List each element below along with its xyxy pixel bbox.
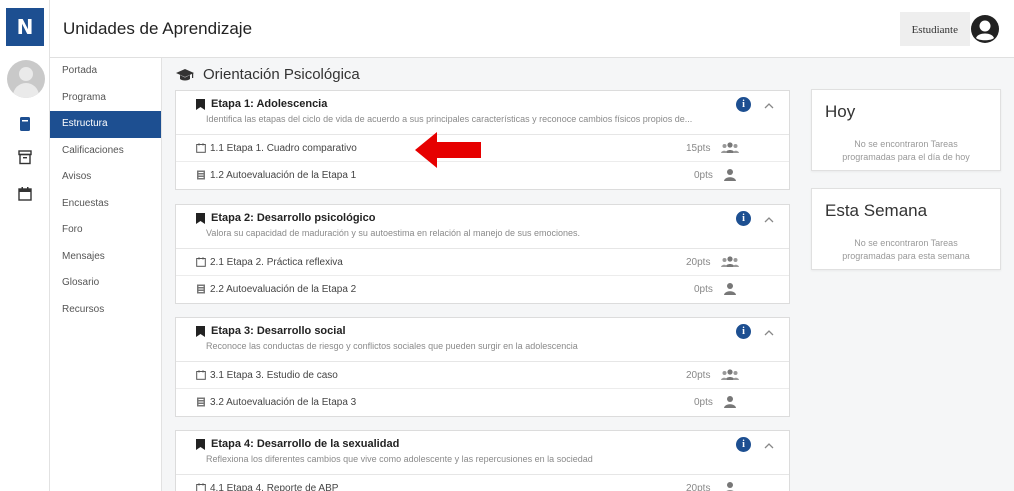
activity-label: 1.2 Autoevaluación de la Etapa 1 [210,170,357,181]
nav-item-calificaciones[interactable]: Calificaciones [50,138,161,165]
etapa-header[interactable]: Etapa 4: Desarrollo de la sexualidad Ref… [176,431,789,475]
nav-item-programa[interactable]: Programa [50,85,161,112]
course-heading: Orientación Psicológica [175,66,360,83]
quiz-icon [197,284,205,294]
etapa-card: Etapa 3: Desarrollo social Reconoce las … [175,317,790,417]
activity-label: 1.1 Etapa 1. Cuadro comparativo [210,143,357,154]
chevron-up-icon[interactable] [764,216,774,224]
info-icon[interactable]: i [736,211,751,226]
activity-points: 20pts [686,257,711,268]
activity-row[interactable]: 2.2 Autoevaluación de la Etapa 2 0pts [176,276,789,303]
nav-item-recursos[interactable]: Recursos [50,297,161,324]
week-message: No se encontraron Tareas programadas par… [842,238,970,261]
bookmark-icon [196,98,205,110]
avatar-head [19,67,33,81]
nav-item-avisos[interactable]: Avisos [50,164,161,191]
etapa-title-wrap: Etapa 4: Desarrollo de la sexualidad [196,438,399,450]
calendar-icon[interactable] [17,186,33,202]
left-rail: N [0,0,50,491]
etapa-card: Etapa 4: Desarrollo de la sexualidad Ref… [175,430,790,491]
assignment-icon [196,257,206,267]
info-icon[interactable]: i [736,97,751,112]
activity-label: 3.2 Autoevaluación de la Etapa 3 [210,397,357,408]
nav-item-portada[interactable]: Portada [50,58,161,85]
activity-points: 0pts [694,170,713,181]
bookmark-icon [196,325,205,337]
user-icon [726,482,734,491]
activity-label: 2.1 Etapa 2. Práctica reflexiva [210,257,343,268]
page-title: Unidades de Aprendizaje [63,19,253,38]
user-name: Estudiante [899,12,970,46]
nav-item-foro[interactable]: Foro [50,217,161,244]
assignment-icon [196,143,206,153]
course-nav: Portada Programa Estructura Calificacion… [50,58,162,491]
top-bar: Unidades de Aprendizaje Estudiante [50,0,1014,58]
activity-points: 0pts [694,397,713,408]
assignment-icon [196,483,206,491]
nav-item-mensajes[interactable]: Mensajes [50,244,161,271]
course-title: Orientación Psicológica [203,66,360,83]
chevron-up-icon[interactable] [764,329,774,337]
today-message: No se encontraron Tareas programadas par… [842,139,970,162]
etapa-description: Reflexiona los diferentes cambios que vi… [206,454,593,464]
etapa-header[interactable]: Etapa 3: Desarrollo social Reconoce las … [176,318,789,362]
avatar-body [13,83,39,98]
nav-item-encuestas[interactable]: Encuestas [50,191,161,218]
bookmark-icon [196,438,205,450]
etapa-title: Etapa 1: Adolescencia [211,98,328,110]
etapa-description: Identifica las etapas del ciclo de vida … [206,114,693,124]
quiz-icon [197,397,205,407]
avatar[interactable] [7,60,45,98]
user-icon [724,283,736,295]
activity-row[interactable]: 3.2 Autoevaluación de la Etapa 3 0pts [176,389,789,416]
activity-points: 20pts [686,370,711,381]
activity-points: 0pts [694,284,713,295]
activity-points: 20pts [686,483,711,491]
chevron-up-icon[interactable] [764,102,774,110]
activity-label: 3.1 Etapa 3. Estudio de caso [210,370,338,381]
user-icon [724,169,736,181]
etapa-title-wrap: Etapa 3: Desarrollo social [196,325,346,337]
user-menu[interactable]: Estudiante [899,10,1000,48]
etapa-title: Etapa 4: Desarrollo de la sexualidad [211,438,400,450]
etapa-title-wrap: Etapa 2: Desarrollo psicológico [196,212,375,224]
chevron-up-icon[interactable] [764,442,774,450]
user-account-icon[interactable] [970,14,1000,44]
group-icon [721,369,739,380]
etapa-header[interactable]: Etapa 2: Desarrollo psicológico Valora s… [176,205,789,249]
week-title: Esta Semana [825,201,928,220]
book-icon[interactable] [17,116,33,132]
info-icon[interactable]: i [736,437,751,452]
activity-points: 15pts [686,143,711,154]
logo-letter: N [16,15,34,39]
activity-row[interactable]: 2.1 Etapa 2. Práctica reflexiva 20pts [176,249,789,276]
assignment-icon [196,370,206,380]
activity-label: 2.2 Autoevaluación de la Etapa 2 [210,284,357,295]
etapa-title: Etapa 3: Desarrollo social [211,325,346,337]
etapa-description: Valora su capacidad de maduración y su a… [206,228,581,238]
activity-row[interactable]: 3.1 Etapa 3. Estudio de caso 20pts [176,362,789,389]
etapa-header[interactable]: Etapa 1: Adolescencia Identifica las eta… [176,91,789,135]
user-icon [724,396,736,408]
week-card: Esta Semana No se encontraron Tareas pro… [811,188,1001,270]
activity-label: 4.1 Etapa 4. Reporte de ABP [210,483,339,491]
graduation-cap-icon [176,68,194,80]
etapa-description: Reconoce las conductas de riesgo y confl… [206,341,578,351]
group-icon [721,256,739,267]
red-arrow-annotation [415,132,481,168]
group-icon [721,142,739,153]
app-logo[interactable]: N [6,8,44,46]
today-title: Hoy [825,102,856,121]
nav-item-glosario[interactable]: Glosario [50,270,161,297]
etapa-title: Etapa 2: Desarrollo psicológico [211,212,376,224]
today-card: Hoy No se encontraron Tareas programadas… [811,89,1001,171]
etapa-card: Etapa 2: Desarrollo psicológico Valora s… [175,204,790,304]
etapa-title-wrap: Etapa 1: Adolescencia [196,98,327,110]
nav-item-estructura[interactable]: Estructura [50,111,161,138]
quiz-icon [197,170,205,180]
archive-icon[interactable] [17,149,33,165]
bookmark-icon [196,212,205,224]
activity-row[interactable]: 4.1 Etapa 4. Reporte de ABP 20pts [176,475,789,491]
info-icon[interactable]: i [736,324,751,339]
